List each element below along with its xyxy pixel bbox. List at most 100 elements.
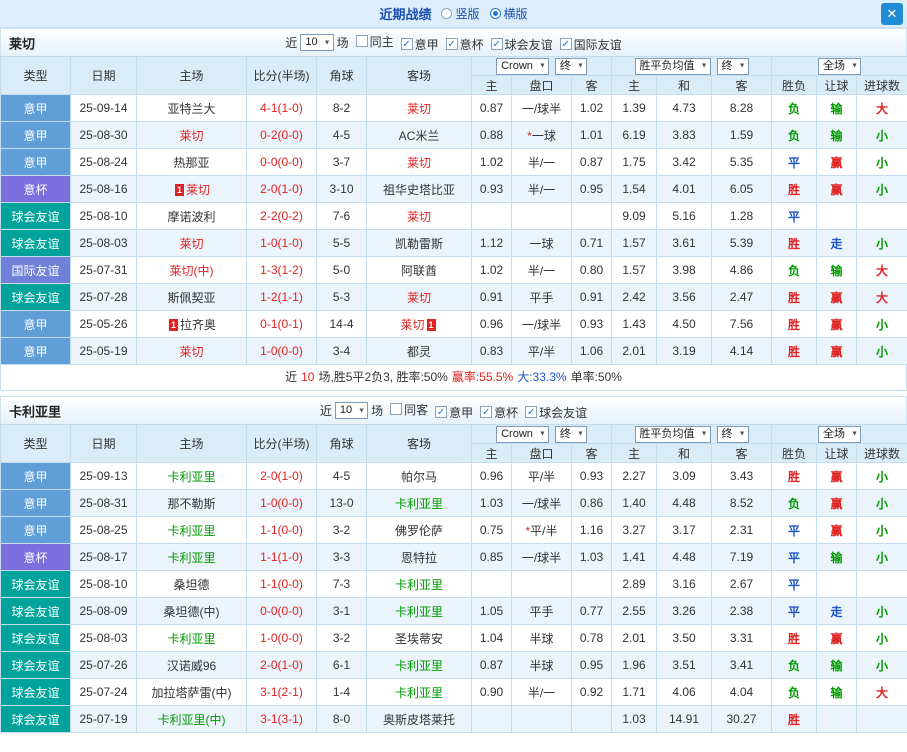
handicap-result-cell: 赢 — [816, 310, 858, 338]
team-link[interactable]: 帕尔马 — [401, 470, 437, 484]
checkbox-icon[interactable]: ✓ — [445, 38, 458, 50]
team-link[interactable]: 加拉塔萨雷(中) — [152, 686, 232, 700]
final-odds-select[interactable]: 终 — [716, 425, 749, 443]
team-link[interactable]: 凯勒雷斯 — [395, 237, 443, 251]
team-link[interactable]: 卡利亚里 — [167, 470, 215, 484]
team-link[interactable]: 都灵 — [407, 345, 431, 359]
team-link[interactable]: 莱切 — [179, 237, 203, 251]
team-link[interactable]: 卡利亚里 — [395, 659, 443, 673]
team-link[interactable]: 摩诺波利 — [167, 210, 215, 224]
fullmatch-select[interactable]: 全场 — [818, 57, 862, 75]
handicap-cell: 一/球半 — [511, 310, 572, 338]
handicap-cell: 一/球半 — [511, 94, 572, 122]
checkbox-icon[interactable]: ✓ — [490, 38, 503, 50]
team-link[interactable]: 斯佩契亚 — [167, 291, 215, 305]
team-link[interactable]: 卡利亚里 — [395, 578, 443, 592]
team-link[interactable]: 亚特兰大 — [167, 102, 215, 116]
team-link[interactable]: 汉诺威96 — [167, 659, 216, 673]
bookmaker-select[interactable]: Crown — [496, 425, 549, 443]
euro-draw-odds-cell: 4.06 — [656, 678, 713, 706]
euro-draw-odds-cell: 3.17 — [656, 516, 713, 544]
team-link[interactable]: 祖华史塔比亚 — [383, 183, 455, 197]
score-cell: 4-1(1-0) — [246, 94, 317, 122]
radio-horizontal-icon[interactable] — [489, 8, 501, 19]
team-link[interactable]: 恩特拉 — [401, 551, 437, 565]
checkbox-icon[interactable] — [390, 403, 403, 415]
team-link[interactable]: 拉齐奥 — [180, 318, 216, 332]
team-link[interactable]: 桑坦德 — [173, 578, 209, 592]
home-team-cell: 莱切 — [136, 229, 247, 257]
team-link[interactable]: 莱切 — [186, 183, 210, 197]
filter-checkbox[interactable]: ✓ 球会友谊 — [490, 36, 553, 53]
team-link[interactable]: 佛罗伦萨 — [395, 524, 443, 538]
team-link[interactable]: 桑坦德(中) — [164, 605, 220, 619]
checkbox-icon[interactable]: ✓ — [559, 38, 572, 50]
team-link[interactable]: 热那亚 — [173, 156, 209, 170]
filter-checkbox[interactable]: ✓ 意杯 — [480, 404, 518, 421]
bookmaker-select[interactable]: Crown — [496, 57, 549, 75]
radio-horizontal[interactable]: 横版 — [489, 5, 528, 22]
final-odds-select[interactable]: 终 — [716, 57, 749, 75]
score-cell: 1-2(1-1) — [246, 283, 317, 311]
match-count-select[interactable]: 10 — [300, 34, 334, 51]
team-link[interactable]: 那不勒斯 — [167, 497, 215, 511]
filter-checkbox[interactable]: ✓ 意杯 — [445, 36, 484, 53]
checkbox-icon[interactable]: ✓ — [480, 406, 493, 418]
handicap-result-cell: 赢 — [816, 175, 858, 203]
team-link[interactable]: 莱切 — [407, 210, 431, 224]
team-link[interactable]: 卡利亚里 — [167, 551, 215, 565]
score-cell: 1-0(0-0) — [246, 337, 317, 365]
team-link[interactable]: 卡利亚里 — [395, 497, 443, 511]
league-cell: 意甲 — [0, 462, 71, 490]
fullmatch-select[interactable]: 全场 — [818, 425, 862, 443]
team-link[interactable]: 卡利亚里 — [395, 686, 443, 700]
team-link[interactable]: 圣埃蒂安 — [395, 632, 443, 646]
filter-checkbox[interactable]: ✓ 意甲 — [400, 36, 439, 53]
team-link[interactable]: 莱切 — [179, 129, 203, 143]
close-button[interactable]: ✕ — [881, 3, 903, 25]
team-link[interactable]: 莱切 — [407, 291, 431, 305]
score-cell: 0-2(0-0) — [246, 121, 317, 149]
filter-checkbox[interactable]: ✓ 意甲 — [435, 404, 473, 421]
team-link[interactable]: 卡利亚里(中) — [158, 713, 226, 727]
filter-checkbox[interactable]: ✓ 球会友谊 — [525, 404, 587, 421]
team-link[interactable]: 莱切 — [407, 102, 431, 116]
filter-checkbox[interactable]: 同主 — [355, 33, 394, 50]
radio-vertical-icon[interactable] — [441, 8, 453, 19]
handicap-cell — [511, 705, 572, 733]
corner-cell: 4-5 — [316, 462, 367, 490]
checkbox-icon[interactable]: ✓ — [525, 406, 538, 418]
wdl-average-select[interactable]: 胜平负均值 — [634, 425, 711, 443]
table-row: 意甲 25-09-14 亚特兰大 4-1(1-0) 8-2 莱切 0.87 一/球半 1.02 1… — [0, 94, 907, 122]
final-odds-select[interactable]: 终 — [554, 57, 587, 75]
team-link[interactable]: AC米兰 — [399, 129, 440, 143]
filter-checkbox[interactable]: ✓ 国际友谊 — [559, 36, 622, 53]
checkbox-icon[interactable]: ✓ — [435, 406, 448, 418]
team-link[interactable]: 卡利亚里 — [395, 605, 443, 619]
wdl-average-select[interactable]: 胜平负均值 — [634, 57, 711, 75]
league-cell: 意甲 — [0, 310, 71, 338]
asian-away-odds-cell: 0.91 — [570, 283, 613, 311]
team-link[interactable]: 卡利亚里 — [167, 632, 215, 646]
asian-away-odds-cell: 0.92 — [570, 678, 613, 706]
col-euro-home: 主 — [611, 443, 658, 463]
team-link[interactable]: 莱切 — [179, 345, 203, 359]
checkbox-icon[interactable] — [355, 35, 368, 47]
radio-vertical[interactable]: 竖版 — [441, 5, 480, 22]
date-cell: 25-08-25 — [70, 516, 137, 544]
team-link[interactable]: 莱切 — [400, 318, 424, 332]
match-count-select[interactable]: 10 — [334, 402, 369, 419]
team-link[interactable]: 莱切 — [407, 156, 431, 170]
team-link[interactable]: 奥斯皮塔莱托 — [383, 713, 455, 727]
team-link[interactable]: 莱切(中) — [170, 264, 214, 278]
away-team-cell: 佛罗伦萨 — [366, 516, 472, 544]
goals-result-cell: 小 — [856, 543, 907, 571]
handicap-result-cell — [816, 705, 858, 733]
summary-segment: 10 — [301, 370, 315, 384]
checkbox-label: 意甲 — [449, 405, 474, 420]
filter-checkbox[interactable]: 同客 — [390, 401, 428, 418]
final-odds-select[interactable]: 终 — [554, 425, 587, 443]
checkbox-icon[interactable]: ✓ — [400, 38, 413, 50]
team-link[interactable]: 阿联酋 — [401, 264, 437, 278]
team-link[interactable]: 卡利亚里 — [167, 524, 215, 538]
